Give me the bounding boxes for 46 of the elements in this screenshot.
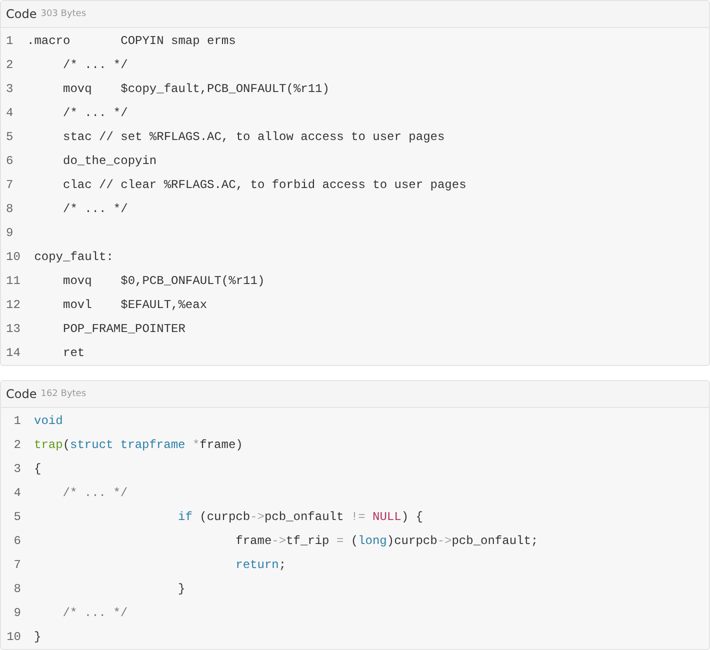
- code-line: POP_FRAME_POINTER: [62, 322, 186, 336]
- code-label: Code: [6, 7, 37, 21]
- byte-size: 303 Bytes: [40, 9, 86, 19]
- code-line: stac // set %RFLAGS.AC, to allow access to user pages: [62, 130, 445, 144]
- line-number: 8: [6, 202, 14, 216]
- line-number: 9: [12, 606, 21, 620]
- line-number: 1: [6, 34, 14, 48]
- code-line: void: [34, 414, 63, 428]
- code-line: ret: [62, 346, 85, 360]
- code-line: }: [177, 582, 186, 596]
- line-number: 9: [6, 226, 14, 240]
- line-number: 5: [12, 510, 21, 524]
- code-line: /* ... */: [62, 606, 128, 620]
- line-number: 8: [12, 582, 21, 596]
- code-label: Code: [6, 387, 37, 401]
- line-number: 4: [12, 486, 21, 500]
- code-line: movq $copy_fault,PCB_ONFAULT(%r11): [62, 82, 330, 96]
- code-line: frame->tf_rip = (long)curpcb->pcb_onfault;: [234, 534, 538, 548]
- code-line: {: [34, 462, 42, 476]
- line-number: 10: [6, 630, 21, 644]
- code-line: /* ... */: [62, 106, 128, 120]
- code-line: movl $EFAULT,%eax: [62, 298, 208, 312]
- code-line: /* ... */: [62, 486, 128, 500]
- code-line: }: [34, 630, 42, 644]
- line-number: 1: [12, 414, 21, 428]
- code-line: .macro COPYIN smap erms: [27, 34, 236, 48]
- code-line: do_the_copyin: [62, 154, 157, 168]
- code-line: /* ... */: [62, 202, 128, 216]
- line-number: 6: [12, 534, 21, 548]
- code-line: trap(struct trapframe *frame): [34, 438, 243, 452]
- code-line: return;: [234, 558, 286, 572]
- line-number: 2: [12, 438, 21, 452]
- code-line: movq $0,PCB_ONFAULT(%r11): [62, 274, 265, 288]
- line-number: 5: [6, 130, 14, 144]
- line-number: 6: [6, 154, 14, 168]
- line-number: 3: [6, 82, 14, 96]
- code-line: if (curpcb->pcb_onfault != NULL) {: [177, 510, 423, 524]
- line-number: 2: [6, 58, 14, 72]
- line-number: 3: [12, 462, 21, 476]
- line-number: 7: [12, 558, 21, 572]
- code-line: /* ... */: [62, 58, 128, 72]
- code-line: clac // clear %RFLAGS.AC, to forbid access to user pages: [62, 178, 466, 192]
- byte-size: 162 Bytes: [40, 389, 86, 399]
- line-number: 4: [6, 106, 14, 120]
- line-number: 7: [6, 178, 14, 192]
- code-line: copy_fault:: [33, 250, 114, 264]
